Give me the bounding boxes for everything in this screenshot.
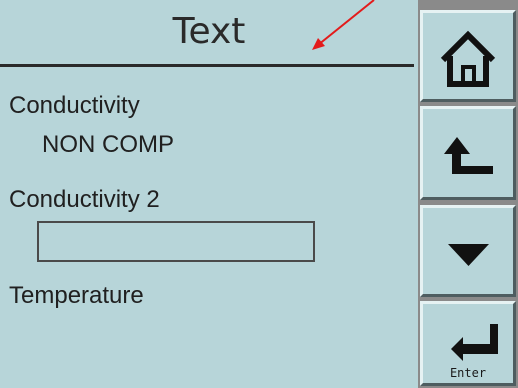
home-icon xyxy=(440,30,496,87)
down-triangle-icon xyxy=(448,244,489,266)
home-button[interactable] xyxy=(420,10,516,102)
conductivity-value: NON COMP xyxy=(42,131,174,158)
back-button[interactable] xyxy=(420,106,516,200)
hmi-screen: Text Conductivity NON COMP Conductivity … xyxy=(0,0,518,388)
enter-label: Enter xyxy=(449,366,487,380)
conductivity-2-label: Conductivity 2 xyxy=(9,186,160,213)
temperature-label: Temperature xyxy=(9,282,144,309)
conductivity-label: Conductivity xyxy=(9,92,140,119)
return-arrow-icon xyxy=(444,137,493,174)
content-panel: Text Conductivity NON COMP Conductivity … xyxy=(0,0,418,388)
screen-title: Text xyxy=(172,11,246,52)
down-button[interactable] xyxy=(420,205,516,297)
enter-button[interactable]: Enter xyxy=(420,301,516,386)
title-divider xyxy=(0,64,414,67)
conductivity-2-field[interactable] xyxy=(37,221,315,262)
